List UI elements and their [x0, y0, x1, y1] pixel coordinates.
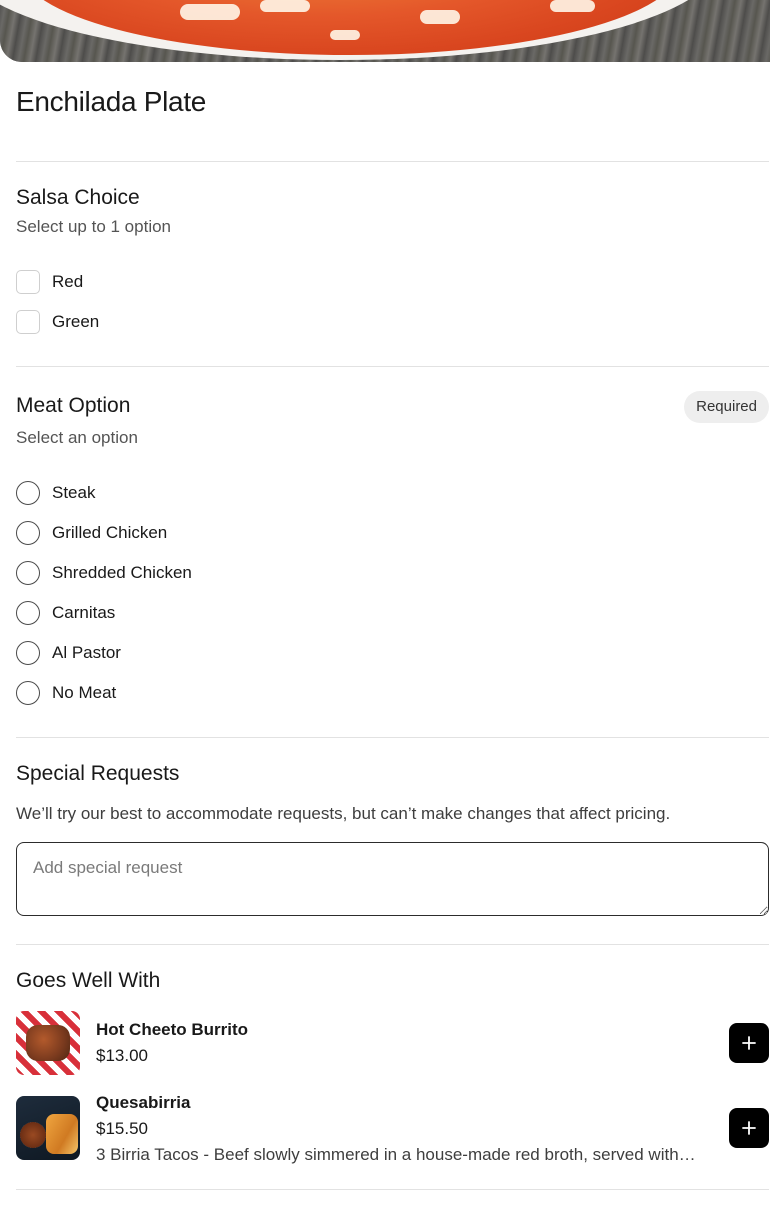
- recommended-item[interactable]: Hot Cheeto Burrito $13.00: [16, 1011, 769, 1081]
- meat-option-carnitas[interactable]: Carnitas: [16, 600, 115, 626]
- radio-button[interactable]: [16, 641, 40, 665]
- radio-button[interactable]: [16, 601, 40, 625]
- special-requests-note: We’ll try our best to accommodate reques…: [16, 804, 671, 823]
- divider: [16, 737, 769, 738]
- option-label: No Meat: [52, 683, 117, 702]
- divider: [16, 366, 769, 367]
- plus-icon: [742, 1121, 756, 1135]
- meat-option-grilled-chicken[interactable]: Grilled Chicken: [16, 520, 167, 546]
- page-title: Enchilada Plate: [16, 86, 207, 117]
- special-requests-title: Special Requests: [16, 762, 180, 785]
- recommended-item[interactable]: Quesabirria $15.50 3 Birria Tacos - Beef…: [16, 1093, 769, 1166]
- checkbox[interactable]: [16, 310, 40, 334]
- add-item-button[interactable]: [729, 1108, 769, 1148]
- meat-option-al-pastor[interactable]: Al Pastor: [16, 640, 121, 666]
- meat-section-title: Meat Option: [16, 394, 131, 417]
- item-price: $15.50: [96, 1119, 148, 1138]
- item-description: 3 Birria Tacos - Beef slowly simmered in…: [96, 1145, 696, 1164]
- radio-button[interactable]: [16, 481, 40, 505]
- special-request-input[interactable]: [16, 842, 769, 916]
- required-badge: Required: [684, 391, 769, 423]
- salsa-section-title: Salsa Choice: [16, 186, 140, 209]
- meat-option-steak[interactable]: Steak: [16, 480, 95, 506]
- item-price: $13.00: [96, 1046, 148, 1065]
- item-name: Hot Cheeto Burrito: [96, 1020, 249, 1039]
- item-thumbnail: [16, 1011, 80, 1075]
- radio-button[interactable]: [16, 681, 40, 705]
- goes-well-with-title: Goes Well With: [16, 969, 161, 992]
- option-label: Shredded Chicken: [52, 563, 192, 582]
- option-label: Carnitas: [52, 603, 116, 622]
- meat-option-no-meat[interactable]: No Meat: [16, 680, 116, 706]
- radio-button[interactable]: [16, 561, 40, 585]
- divider: [16, 1189, 769, 1190]
- salsa-section-subtitle: Select up to 1 option: [16, 217, 172, 236]
- checkbox[interactable]: [16, 270, 40, 294]
- radio-button[interactable]: [16, 521, 40, 545]
- add-item-button[interactable]: [729, 1023, 769, 1063]
- option-label: Red: [52, 272, 84, 291]
- option-label: Grilled Chicken: [52, 523, 168, 542]
- option-label: Steak: [52, 483, 96, 502]
- meat-section-subtitle: Select an option: [16, 428, 138, 447]
- meat-option-shredded-chicken[interactable]: Shredded Chicken: [16, 560, 192, 586]
- item-thumbnail: [16, 1096, 80, 1160]
- divider: [16, 161, 769, 162]
- salsa-option-green[interactable]: Green: [16, 309, 99, 335]
- salsa-option-red[interactable]: Red: [16, 269, 83, 295]
- item-name: Quesabirria: [96, 1093, 191, 1112]
- plus-icon: [742, 1036, 756, 1050]
- option-label: Al Pastor: [52, 643, 121, 662]
- option-label: Green: [52, 312, 100, 331]
- item-hero-image: [0, 0, 770, 62]
- divider: [16, 944, 769, 945]
